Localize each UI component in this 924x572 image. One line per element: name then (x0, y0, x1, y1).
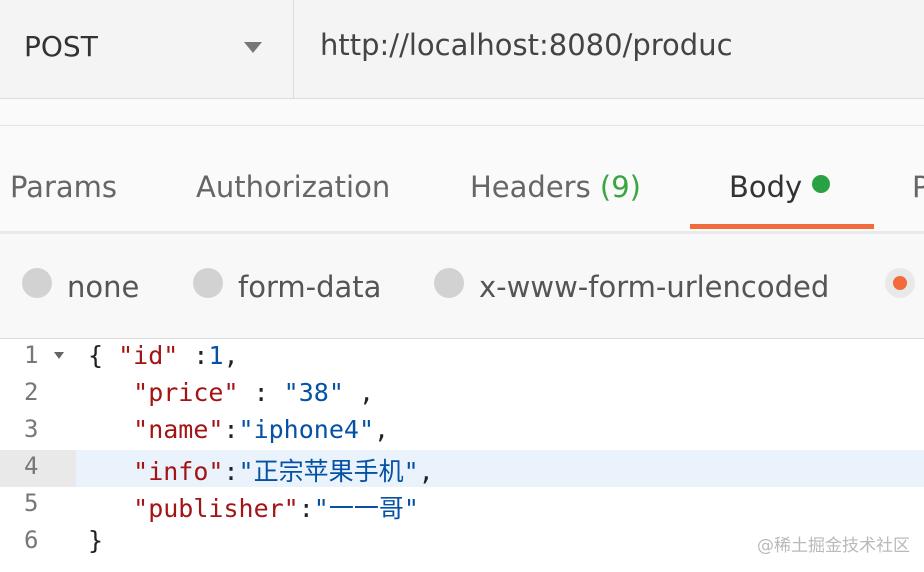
line-number: 4 (24, 452, 39, 480)
tab-label: Headers (470, 170, 591, 204)
json-key: "info" (133, 457, 224, 486)
line-code[interactable]: "price" : "38" , (76, 376, 924, 413)
tab-label: P (912, 170, 924, 204)
json-value: "iphone4" (238, 415, 374, 444)
code-line: 2 "price" : "38" , (0, 376, 924, 413)
method-select[interactable]: POST (0, 0, 294, 98)
line-gutter: 4 (0, 450, 76, 487)
option-label-none[interactable]: none (67, 270, 139, 304)
line-number: 1 (24, 341, 39, 369)
line-number: 6 (24, 526, 39, 554)
json-value: "一一哥" (313, 494, 419, 523)
json-value: 1 (208, 341, 224, 370)
line-code[interactable]: "info":"正宗苹果手机", (76, 450, 924, 487)
radio-none[interactable] (22, 268, 52, 298)
method-label: POST (24, 30, 98, 63)
json-value: "38" (283, 378, 344, 407)
code-line: 5 "publisher":"一一哥" (0, 487, 924, 524)
line-gutter: 3 (0, 413, 76, 450)
body-type-options: none form-data x-www-form-urlencoded (0, 234, 924, 339)
radio-raw[interactable] (885, 268, 915, 298)
option-label-urlencoded[interactable]: x-www-form-urlencoded (479, 270, 829, 304)
json-key: "name" (133, 415, 224, 444)
tab-label: Authorization (196, 170, 391, 204)
headers-count: (9) (599, 170, 642, 204)
line-gutter: 2 (0, 376, 76, 413)
line-number: 3 (24, 415, 39, 443)
json-value: "正宗苹果手机" (238, 457, 419, 486)
line-number: 2 (24, 378, 39, 406)
line-code[interactable]: "publisher":"一一哥" (76, 487, 924, 524)
line-gutter: 5 (0, 487, 76, 524)
divider (0, 99, 924, 126)
line-gutter: 6 (0, 524, 76, 561)
code-line: 3 "name":"iphone4", (0, 413, 924, 450)
request-bar: POST http://localhost:8080/produc (0, 0, 924, 99)
watermark: @稀土掘金技术社区 (757, 536, 910, 556)
tab-label: Body (729, 170, 803, 204)
tab-pre-request[interactable]: P (912, 170, 924, 204)
active-tab-indicator (690, 224, 874, 229)
tab-headers[interactable]: Headers (9) (470, 170, 641, 204)
code-line-highlighted: 4 "info":"正宗苹果手机", (0, 450, 924, 487)
url-input[interactable]: http://localhost:8080/produc (320, 28, 733, 62)
line-number: 5 (24, 489, 39, 517)
tab-authorization[interactable]: Authorization (196, 170, 390, 204)
request-tabs: Params Authorization Headers (9) Body P (0, 126, 924, 234)
line-code[interactable]: "name":"iphone4", (76, 413, 924, 450)
option-label-form-data[interactable]: form-data (238, 270, 381, 304)
tab-params[interactable]: Params (10, 170, 117, 204)
radio-x-www-form-urlencoded[interactable] (434, 268, 464, 298)
json-key: "publisher" (133, 494, 299, 523)
fold-toggle-icon[interactable] (54, 352, 64, 359)
tab-label: Params (10, 170, 118, 204)
line-code[interactable]: { "id" :1, (76, 339, 924, 376)
radio-form-data[interactable] (193, 268, 223, 298)
chevron-down-icon[interactable] (244, 42, 262, 53)
line-gutter: 1 (0, 339, 76, 376)
json-key: "price" (133, 378, 239, 407)
tab-body[interactable]: Body (729, 170, 831, 204)
status-dot-icon (812, 175, 831, 193)
json-key: "id" (118, 341, 179, 370)
code-line: 1 { "id" :1, (0, 339, 924, 376)
